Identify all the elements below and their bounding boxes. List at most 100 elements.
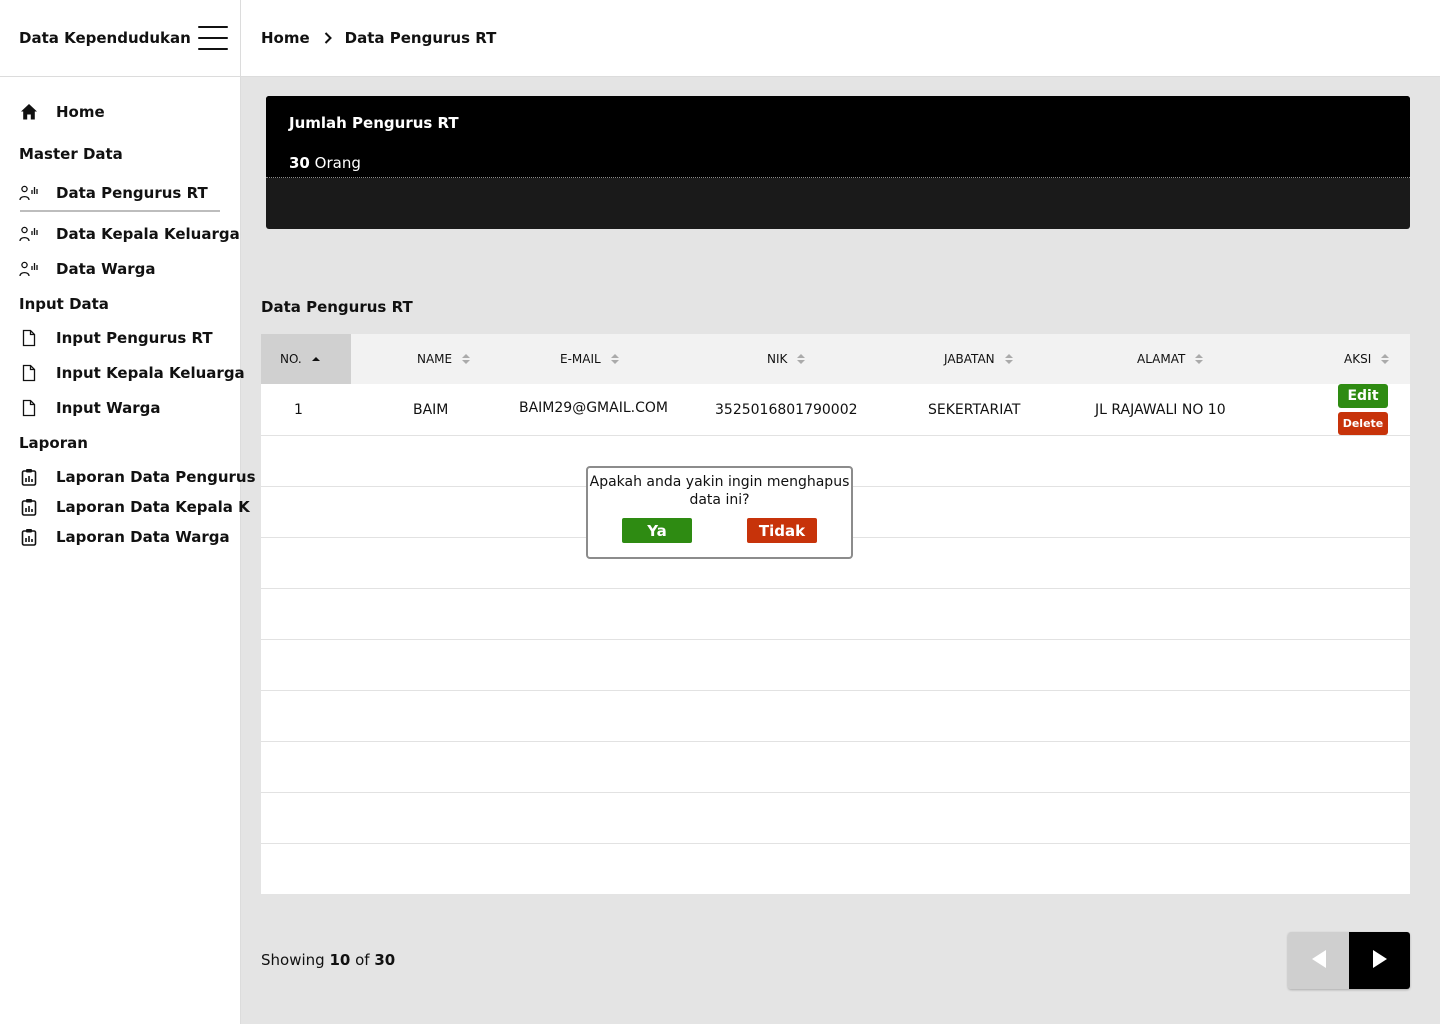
section-label-laporan: Laporan <box>19 434 88 452</box>
column-header-no[interactable]: NO. <box>261 334 351 384</box>
summary-count-value: 30 <box>289 154 310 172</box>
column-header-jabatan[interactable]: JABATAN <box>944 334 1013 384</box>
pagination-summary: Showing 10 of 30 <box>261 951 395 969</box>
sort-ascending-icon <box>311 357 320 361</box>
brand: Data Kependudukan <box>0 0 240 77</box>
row-divider <box>261 639 1410 640</box>
table-title: Data Pengurus RT <box>261 298 413 316</box>
data-table: NO. NAME E-MAIL NIK JABATAN ALAMAT AKSI <box>261 334 1410 894</box>
sidebar-item-label: Laporan Data Pengurus <box>56 468 256 486</box>
dialog-message: Apakah anda yakin ingin menghapus data i… <box>589 474 850 508</box>
sidebar: Data Kependudukan Home Master Data Data … <box>0 0 256 1024</box>
cell-nik: 3525016801790002 <box>715 402 858 418</box>
summary-count: 30 Orang <box>289 154 1387 172</box>
column-header-name[interactable]: NAME <box>417 334 471 384</box>
previous-page-button[interactable] <box>1288 932 1349 989</box>
sort-icon <box>610 354 619 364</box>
delete-button[interactable]: Delete <box>1338 412 1388 435</box>
column-header-aksi[interactable]: AKSI <box>1344 334 1390 384</box>
column-label: JABATAN <box>944 352 995 366</box>
breadcrumb-current: Data Pengurus RT <box>344 29 497 47</box>
row-divider <box>261 792 1410 793</box>
clipboard-chart-icon <box>19 527 39 547</box>
column-label: NAME <box>417 352 453 366</box>
sidebar-item-laporan-data-pengurus[interactable]: Laporan Data Pengurus <box>19 467 256 487</box>
sidebar-item-label: Input Kepala Keluarga <box>56 364 245 382</box>
row-divider <box>261 588 1410 589</box>
summary-card: Jumlah Pengurus RT 30 Orang <box>266 96 1410 229</box>
row-divider <box>261 843 1410 844</box>
app-title: Data Kependudukan <box>19 29 191 47</box>
file-icon <box>19 398 39 418</box>
column-label: NIK <box>767 352 788 366</box>
cell-jabatan: SEKERTARIAT <box>928 402 1021 418</box>
sidebar-item-label: Home <box>56 103 105 121</box>
section-label-master: Master Data <box>19 145 123 163</box>
sidebar-item-label: Laporan Data Warga <box>56 528 230 546</box>
user-stats-icon <box>19 183 39 203</box>
breadcrumb: Home Data Pengurus RT <box>261 29 496 47</box>
sidebar-item-input-pengurus-rt[interactable]: Input Pengurus RT <box>19 328 213 348</box>
table-header: NO. NAME E-MAIL NIK JABATAN ALAMAT AKSI <box>261 334 1410 384</box>
showing-prefix: Showing <box>261 951 325 969</box>
clipboard-chart-icon <box>19 467 39 487</box>
file-icon <box>19 328 39 348</box>
sidebar-item-laporan-data-warga[interactable]: Laporan Data Warga <box>19 527 230 547</box>
summary-header: Jumlah Pengurus RT 30 Orang <box>266 96 1410 178</box>
sort-icon <box>462 354 471 364</box>
sidebar-item-data-warga[interactable]: Data Warga <box>19 259 155 279</box>
column-label: ALAMAT <box>1137 352 1186 366</box>
summary-count-unit: Orang <box>314 154 361 172</box>
sort-icon <box>797 354 806 364</box>
sidebar-item-input-kepala-keluarga[interactable]: Input Kepala Keluarga <box>19 363 245 383</box>
sort-icon <box>1195 354 1204 364</box>
user-stats-icon <box>19 259 39 279</box>
showing-count: 10 <box>329 951 351 969</box>
pagination-controls <box>1288 932 1410 989</box>
sidebar-item-label: Data Warga <box>56 260 156 278</box>
section-label-input: Input Data <box>19 295 109 313</box>
sort-icon <box>1004 354 1013 364</box>
sidebar-item-label: Laporan Data Kepala K <box>56 498 250 516</box>
column-label: NO. <box>280 352 302 366</box>
summary-title: Jumlah Pengurus RT <box>289 114 459 132</box>
column-label: E-MAIL <box>560 352 601 366</box>
hamburger-menu-icon[interactable] <box>198 26 228 50</box>
triangle-left-icon <box>1311 949 1327 972</box>
breadcrumb-home[interactable]: Home <box>261 29 310 47</box>
column-header-alamat[interactable]: ALAMAT <box>1137 334 1204 384</box>
row-divider <box>261 690 1410 691</box>
sort-icon <box>1381 354 1390 364</box>
active-indicator <box>20 210 220 212</box>
clipboard-chart-icon <box>19 497 39 517</box>
confirm-yes-button[interactable]: Ya <box>622 518 692 543</box>
sidebar-item-data-pengurus-rt[interactable]: Data Pengurus RT <box>19 183 208 203</box>
sidebar-item-label: Data Kepala Keluarga <box>56 225 240 243</box>
sidebar-item-label: Input Warga <box>56 399 161 417</box>
column-header-email[interactable]: E-MAIL <box>560 334 619 384</box>
user-stats-icon <box>19 224 39 244</box>
row-divider <box>261 435 1410 436</box>
cell-no: 1 <box>294 402 303 418</box>
confirm-no-button[interactable]: Tidak <box>747 518 817 543</box>
showing-of: of <box>355 951 370 969</box>
sidebar-item-laporan-data-kepala-keluarga[interactable]: Laporan Data Kepala K <box>19 497 250 517</box>
showing-total: 30 <box>374 951 396 969</box>
next-page-button[interactable] <box>1349 932 1410 989</box>
sidebar-item-data-kepala-keluarga[interactable]: Data Kepala Keluarga <box>19 224 240 244</box>
home-icon <box>19 102 39 122</box>
triangle-right-icon <box>1372 949 1388 972</box>
sidebar-item-input-warga[interactable]: Input Warga <box>19 398 160 418</box>
sidebar-item-label: Data Pengurus RT <box>56 184 208 202</box>
sidebar-item-label: Input Pengurus RT <box>56 329 213 347</box>
file-icon <box>19 363 39 383</box>
edit-button[interactable]: Edit <box>1338 384 1388 408</box>
row-divider <box>261 741 1410 742</box>
sidebar-item-home[interactable]: Home <box>19 102 105 122</box>
cell-alamat: JL RAJAWALI NO 10 <box>1095 402 1226 418</box>
cell-name: BAIM <box>413 402 449 418</box>
cell-email: BAIM29@GMAIL.COM <box>519 400 668 416</box>
column-label: AKSI <box>1344 352 1372 366</box>
column-header-nik[interactable]: NIK <box>767 334 806 384</box>
confirm-delete-dialog: Apakah anda yakin ingin menghapus data i… <box>586 466 853 559</box>
